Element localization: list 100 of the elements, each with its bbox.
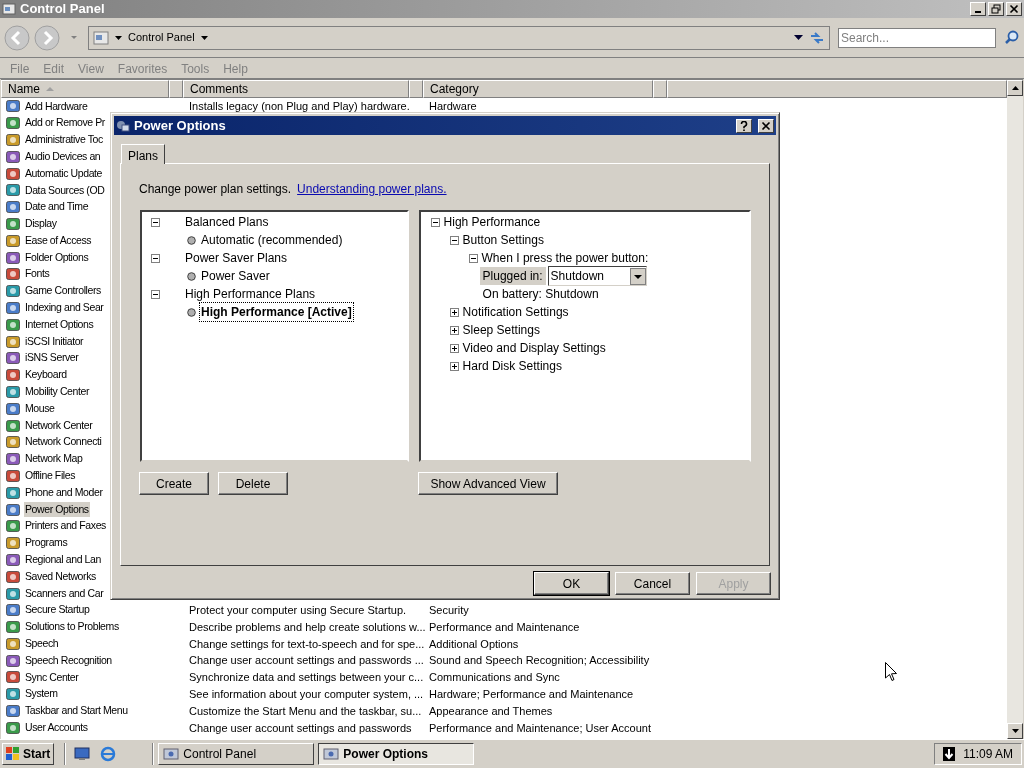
start-button[interactable]: Start	[2, 743, 55, 765]
applet-name[interactable]: Ease of Access	[24, 232, 93, 249]
applet-name[interactable]: User Accounts	[24, 720, 89, 736]
setting-label[interactable]: Notification Settings	[462, 303, 569, 321]
plan-radio-icon[interactable]	[187, 235, 196, 245]
help-button[interactable]	[736, 118, 752, 133]
plan-label[interactable]: Automatic (recommended)	[200, 231, 344, 249]
applet-name[interactable]: Display	[24, 216, 58, 232]
applet-name[interactable]: Solutions to Problems	[24, 619, 120, 635]
search-field[interactable]: Search...	[838, 27, 996, 48]
applet-name[interactable]: Offline Files	[24, 468, 77, 484]
collapse-icon[interactable]	[449, 235, 459, 245]
minimize-button[interactable]	[970, 2, 986, 16]
applet-name[interactable]: Network Map	[24, 451, 84, 467]
applet-name[interactable]: Power Options	[24, 501, 90, 518]
expand-icon[interactable]	[449, 361, 459, 371]
setting-label[interactable]: Video and Display Settings	[462, 339, 606, 357]
desktop-icon[interactable]	[74, 746, 91, 762]
close-button[interactable]	[758, 118, 774, 133]
back-button[interactable]	[4, 24, 30, 51]
applet-name[interactable]: Programs	[24, 535, 69, 551]
applet-name[interactable]: Date and Time	[24, 199, 90, 216]
applet-name[interactable]: Sync Center	[24, 669, 80, 686]
expand-icon[interactable]	[449, 343, 459, 353]
plan-radio-icon[interactable]	[187, 307, 196, 317]
collapse-icon[interactable]	[151, 217, 160, 227]
collapse-icon[interactable]	[151, 289, 160, 299]
column-header[interactable]: Category	[423, 80, 653, 98]
plan-label[interactable]: High Performance [Active]	[200, 303, 353, 321]
close-button[interactable]	[1006, 2, 1022, 16]
applet-name[interactable]: Mouse	[24, 400, 56, 417]
applet-name[interactable]: Saved Networks	[24, 568, 97, 585]
applet-name[interactable]: Printers and Faxes	[24, 518, 107, 535]
applet-name[interactable]: Taskbar and Start Menu	[24, 703, 129, 719]
search-icon[interactable]	[1004, 29, 1020, 46]
restore-button[interactable]	[988, 2, 1004, 16]
applet-name[interactable]: Internet Options	[24, 316, 95, 333]
applet-name[interactable]: Secure Startup	[24, 602, 91, 619]
column-header[interactable]: Comments	[183, 80, 409, 98]
address-field[interactable]: Control Panel	[88, 25, 830, 50]
forward-button[interactable]	[34, 24, 60, 51]
scrollbar[interactable]	[1007, 80, 1023, 739]
applet-name[interactable]: Phone and Moder	[24, 484, 104, 501]
applet-name[interactable]: Mobility Center	[24, 384, 91, 400]
applet-name[interactable]: Add or Remove Pr	[24, 115, 106, 132]
setting-dropdown[interactable]: Shutdown	[547, 266, 647, 286]
scroll-up-button[interactable]	[1007, 80, 1023, 96]
column-header[interactable]	[169, 80, 183, 98]
applet-name[interactable]: Scanners and Car	[24, 585, 105, 602]
setting-label[interactable]: When I press the power button:	[481, 249, 649, 267]
applet-name[interactable]: Network Connecti	[24, 434, 103, 451]
applet-name[interactable]: Administrative Toc	[24, 132, 104, 148]
applet-name[interactable]: System	[24, 686, 59, 703]
setting-label[interactable]: Hard Disk Settings	[462, 357, 562, 375]
advanced-view-button[interactable]: Show Advanced View	[418, 472, 558, 495]
applet-name[interactable]: Regional and Lan	[24, 552, 102, 568]
plan-label[interactable]: Power Saver	[200, 267, 271, 285]
plan-group-label[interactable]: Power Saver Plans	[185, 249, 288, 267]
collapse-icon[interactable]	[468, 253, 478, 263]
browser-icon[interactable]	[100, 746, 117, 762]
applet-name[interactable]: Network Center	[24, 417, 94, 434]
applet-name[interactable]: Audio Devices an	[24, 148, 102, 165]
applet-name[interactable]: Folder Options	[24, 249, 90, 266]
taskbar-button[interactable]: Power Options	[318, 743, 475, 765]
applet-name[interactable]: Speech Recognition	[24, 652, 113, 669]
scroll-down-button[interactable]	[1007, 723, 1023, 739]
setting-label[interactable]: High Performance	[443, 213, 541, 231]
refresh-icon[interactable]	[809, 29, 825, 46]
applet-name[interactable]: Automatic Update	[24, 165, 104, 182]
applet-name[interactable]: Speech	[24, 636, 60, 652]
applet-name[interactable]: Add Hardware	[24, 98, 89, 115]
expand-icon[interactable]	[449, 325, 459, 335]
plan-button[interactable]: Delete	[218, 472, 288, 495]
applet-name[interactable]: Data Sources (OD	[24, 182, 106, 199]
taskbar-button[interactable]: Control Panel	[158, 743, 315, 765]
help-link[interactable]: Understanding power plans.	[297, 180, 447, 198]
collapse-icon[interactable]	[151, 253, 160, 263]
collapse-icon[interactable]	[430, 217, 440, 227]
plan-button[interactable]: Create	[139, 472, 209, 495]
plan-group-label[interactable]: High Performance Plans	[185, 285, 316, 303]
plan-group-label[interactable]: Balanced Plans	[185, 213, 269, 231]
tab[interactable]: Plans	[121, 144, 166, 164]
applet-name[interactable]: Keyboard	[24, 367, 68, 383]
column-header[interactable]	[653, 80, 667, 98]
column-header[interactable]	[409, 80, 423, 98]
applet-name[interactable]: iSNS Server	[24, 350, 80, 367]
dialog-button[interactable]: Cancel	[615, 572, 690, 595]
column-header[interactable]	[667, 80, 1007, 98]
applet-name[interactable]: iSCSI Initiator	[24, 333, 85, 350]
download-arrow-icon[interactable]	[943, 747, 956, 761]
dialog-button[interactable]: OK	[534, 572, 609, 595]
setting-label[interactable]: Sleep Settings	[462, 321, 540, 339]
applet-name[interactable]: Indexing and Sear	[24, 300, 105, 316]
column-header[interactable]: Name	[1, 80, 169, 98]
setting-label[interactable]: Button Settings	[462, 231, 544, 249]
applet-name[interactable]: Fonts	[24, 266, 51, 283]
plan-radio-icon[interactable]	[187, 271, 196, 281]
dropdown-caret-icon[interactable]	[794, 35, 803, 40]
expand-icon[interactable]	[449, 307, 459, 317]
applet-name[interactable]: Game Controllers	[24, 283, 102, 300]
